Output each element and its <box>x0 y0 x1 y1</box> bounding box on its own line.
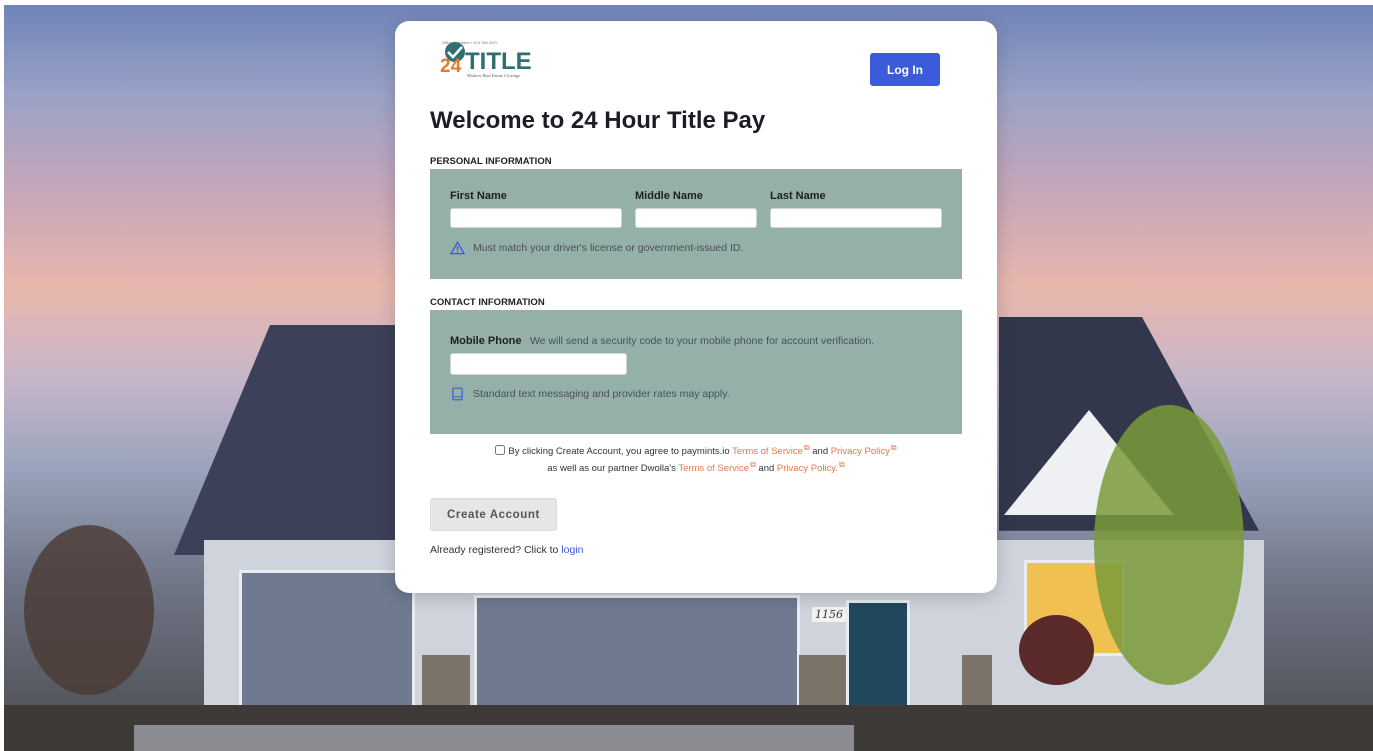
id-match-note-text: Must match your driver's license or gove… <box>473 242 744 254</box>
paymints-privacy-link[interactable]: Privacy Policy⧉ <box>831 443 897 457</box>
svg-text:TITLE: TITLE <box>465 48 532 75</box>
terms-agreement: By clicking Create Account, you agree to… <box>430 441 962 475</box>
warning-triangle-icon <box>450 241 465 255</box>
sms-rates-note: Standard text messaging and provider rat… <box>450 387 730 401</box>
already-registered-text: Already registered? Click to <box>430 544 559 556</box>
external-link-icon: ⧉ <box>803 443 810 452</box>
id-match-note: Must match your driver's license or gove… <box>450 241 743 255</box>
terms-text-2: as well as our partner Dwolla's <box>547 463 676 475</box>
last-name-label: Last Name <box>770 190 826 202</box>
signup-card: Official Member / 214 765 3237 24 TITLE … <box>395 21 997 593</box>
terms-and-1: and <box>812 446 829 458</box>
terms-and-2: and <box>758 463 775 475</box>
personal-info-panel: First Name Middle Name Last Name Must ma… <box>430 169 962 279</box>
mobile-phone-icon <box>452 387 463 401</box>
external-link-icon: ⧉ <box>750 460 756 470</box>
company-logo: Official Member / 214 765 3237 24 TITLE … <box>440 40 532 78</box>
last-name-input[interactable] <box>770 208 942 228</box>
middle-name-input[interactable] <box>635 208 757 228</box>
contact-info-heading: CONTACT INFORMATION <box>430 297 545 308</box>
terms-text-1: By clicking Create Account, you agree to… <box>508 446 730 458</box>
house-number: 1156 <box>812 607 846 622</box>
dwolla-privacy-link[interactable]: Privacy Policy.⧉ <box>777 460 845 474</box>
terms-checkbox[interactable] <box>495 445 506 456</box>
page-title: Welcome to 24 Hour Title Pay <box>430 107 766 134</box>
svg-text:24: 24 <box>440 56 462 77</box>
mobile-phone-input[interactable] <box>450 353 627 375</box>
middle-name-label: Middle Name <box>635 190 703 202</box>
mobile-phone-hint: We will send a security code to your mob… <box>529 335 875 347</box>
sms-rates-note-text: Standard text messaging and provider rat… <box>473 388 730 400</box>
external-link-icon: ⧉ <box>890 443 897 452</box>
login-link[interactable]: login <box>561 544 583 556</box>
personal-info-heading: PERSONAL INFORMATION <box>430 156 552 167</box>
mobile-phone-label: Mobile Phone <box>450 335 522 347</box>
login-button[interactable]: Log In <box>870 53 940 86</box>
external-link-icon: ⧉ <box>838 460 845 470</box>
first-name-input[interactable] <box>450 208 622 228</box>
dwolla-terms-link[interactable]: Terms of Service⧉ <box>678 460 756 474</box>
paymints-terms-link[interactable]: Terms of Service⧉ <box>732 443 810 457</box>
first-name-label: First Name <box>450 190 507 202</box>
contact-info-panel: Mobile Phone We will send a security cod… <box>430 310 962 434</box>
mobile-phone-label-row: Mobile Phone We will send a security cod… <box>450 331 874 349</box>
already-registered-row: Already registered? Click to login <box>430 544 584 556</box>
svg-text:Modern Real Estate Closings: Modern Real Estate Closings <box>466 73 520 78</box>
create-account-button[interactable]: Create Account <box>430 498 557 531</box>
